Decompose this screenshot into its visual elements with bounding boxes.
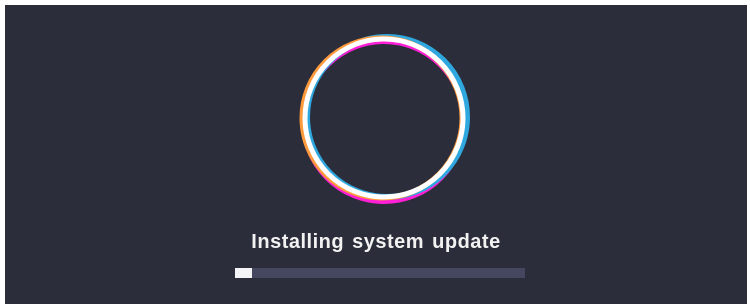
update-screen: Installing system update bbox=[5, 5, 747, 304]
update-ring-icon bbox=[289, 23, 479, 213]
ring-white bbox=[302, 36, 466, 200]
progress-bar bbox=[235, 268, 525, 278]
progress-fill bbox=[235, 268, 253, 278]
status-message: Installing system update bbox=[251, 231, 501, 253]
